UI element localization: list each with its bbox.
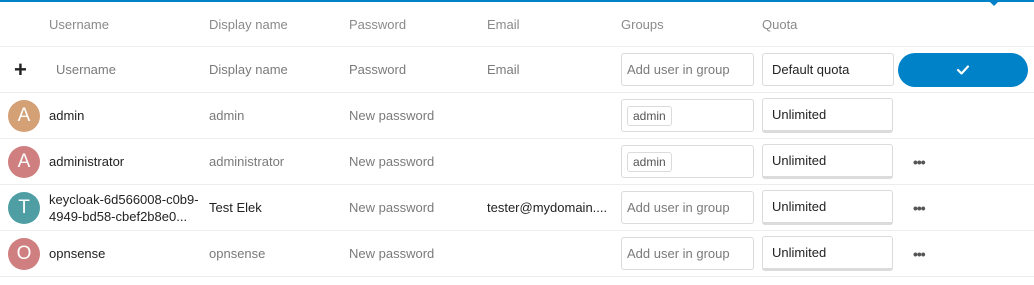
email-field[interactable] <box>487 231 611 276</box>
quota-select[interactable]: Unlimited <box>762 144 893 179</box>
email-field[interactable] <box>487 93 611 138</box>
email-field[interactable] <box>487 139 611 184</box>
table-row: O opnsense opnsense New password Add use… <box>0 231 1034 277</box>
header-groups: Groups <box>621 16 664 32</box>
header-password: Password <box>349 16 407 32</box>
email-field[interactable]: tester@mydomain.... <box>487 185 611 230</box>
groups-select[interactable]: Add user in group <box>621 191 754 224</box>
group-tag: admin <box>627 105 672 126</box>
avatar: O <box>8 237 40 270</box>
username: administrator <box>49 154 125 169</box>
header-quota: Quota <box>762 16 798 32</box>
username: admin <box>49 108 85 123</box>
password-field[interactable]: New password <box>349 93 479 138</box>
more-options-icon[interactable]: ••• <box>913 200 926 216</box>
quota-select[interactable]: Unlimited <box>762 236 893 271</box>
password-field[interactable]: New password <box>349 139 479 184</box>
password-field[interactable]: New password <box>349 231 479 276</box>
groups-select[interactable]: Add user in group <box>621 237 754 270</box>
avatar: T <box>8 191 40 224</box>
username: opnsense <box>49 246 106 261</box>
user-table: Username Display name Password Email Gro… <box>0 2 1034 277</box>
display-name-field[interactable]: administrator <box>209 139 339 184</box>
new-quota-select[interactable]: Default quota <box>762 53 894 86</box>
new-password-input[interactable]: Password <box>349 47 479 92</box>
table-row: A admin admin New password admin Unlimit… <box>0 93 1034 139</box>
groups-select[interactable]: admin <box>621 145 754 178</box>
username: keycloak-6d566008-c0b9-4949-bd58-cbef2b8… <box>49 191 199 224</box>
table-row: A administrator administrator New passwo… <box>0 139 1034 185</box>
new-username-input[interactable]: Username <box>56 47 206 92</box>
display-name-field[interactable]: Test Elek <box>209 185 339 230</box>
more-options-icon[interactable]: ••• <box>913 246 926 262</box>
table-row: T keycloak-6d566008-c0b9-4949-bd58-cbef2… <box>0 185 1034 231</box>
table-header: Username Display name Password Email Gro… <box>0 2 1034 47</box>
new-groups-input[interactable]: Add user in group <box>621 53 754 86</box>
groups-select[interactable]: admin <box>621 99 754 132</box>
header-email: Email <box>487 16 520 32</box>
more-options-icon[interactable]: ••• <box>913 154 926 170</box>
group-tag: admin <box>627 151 672 172</box>
avatar: A <box>8 145 40 178</box>
create-user-button[interactable] <box>898 52 1028 87</box>
new-email-input[interactable]: Email <box>487 47 611 92</box>
quota-select[interactable]: Unlimited <box>762 98 893 133</box>
plus-icon: + <box>14 56 27 82</box>
header-display-name[interactable]: Display name <box>209 2 339 46</box>
checkmark-icon <box>956 64 970 75</box>
new-display-name-input[interactable]: Display name <box>209 47 339 92</box>
display-name-field[interactable]: opnsense <box>209 231 339 276</box>
quota-select[interactable]: Unlimited <box>762 190 893 225</box>
display-name-field[interactable]: admin <box>209 93 339 138</box>
avatar: A <box>8 99 40 132</box>
header-username[interactable]: Username <box>49 2 199 46</box>
password-field[interactable]: New password <box>349 185 479 230</box>
new-user-row: + Username Display name Password Email A… <box>0 47 1034 93</box>
